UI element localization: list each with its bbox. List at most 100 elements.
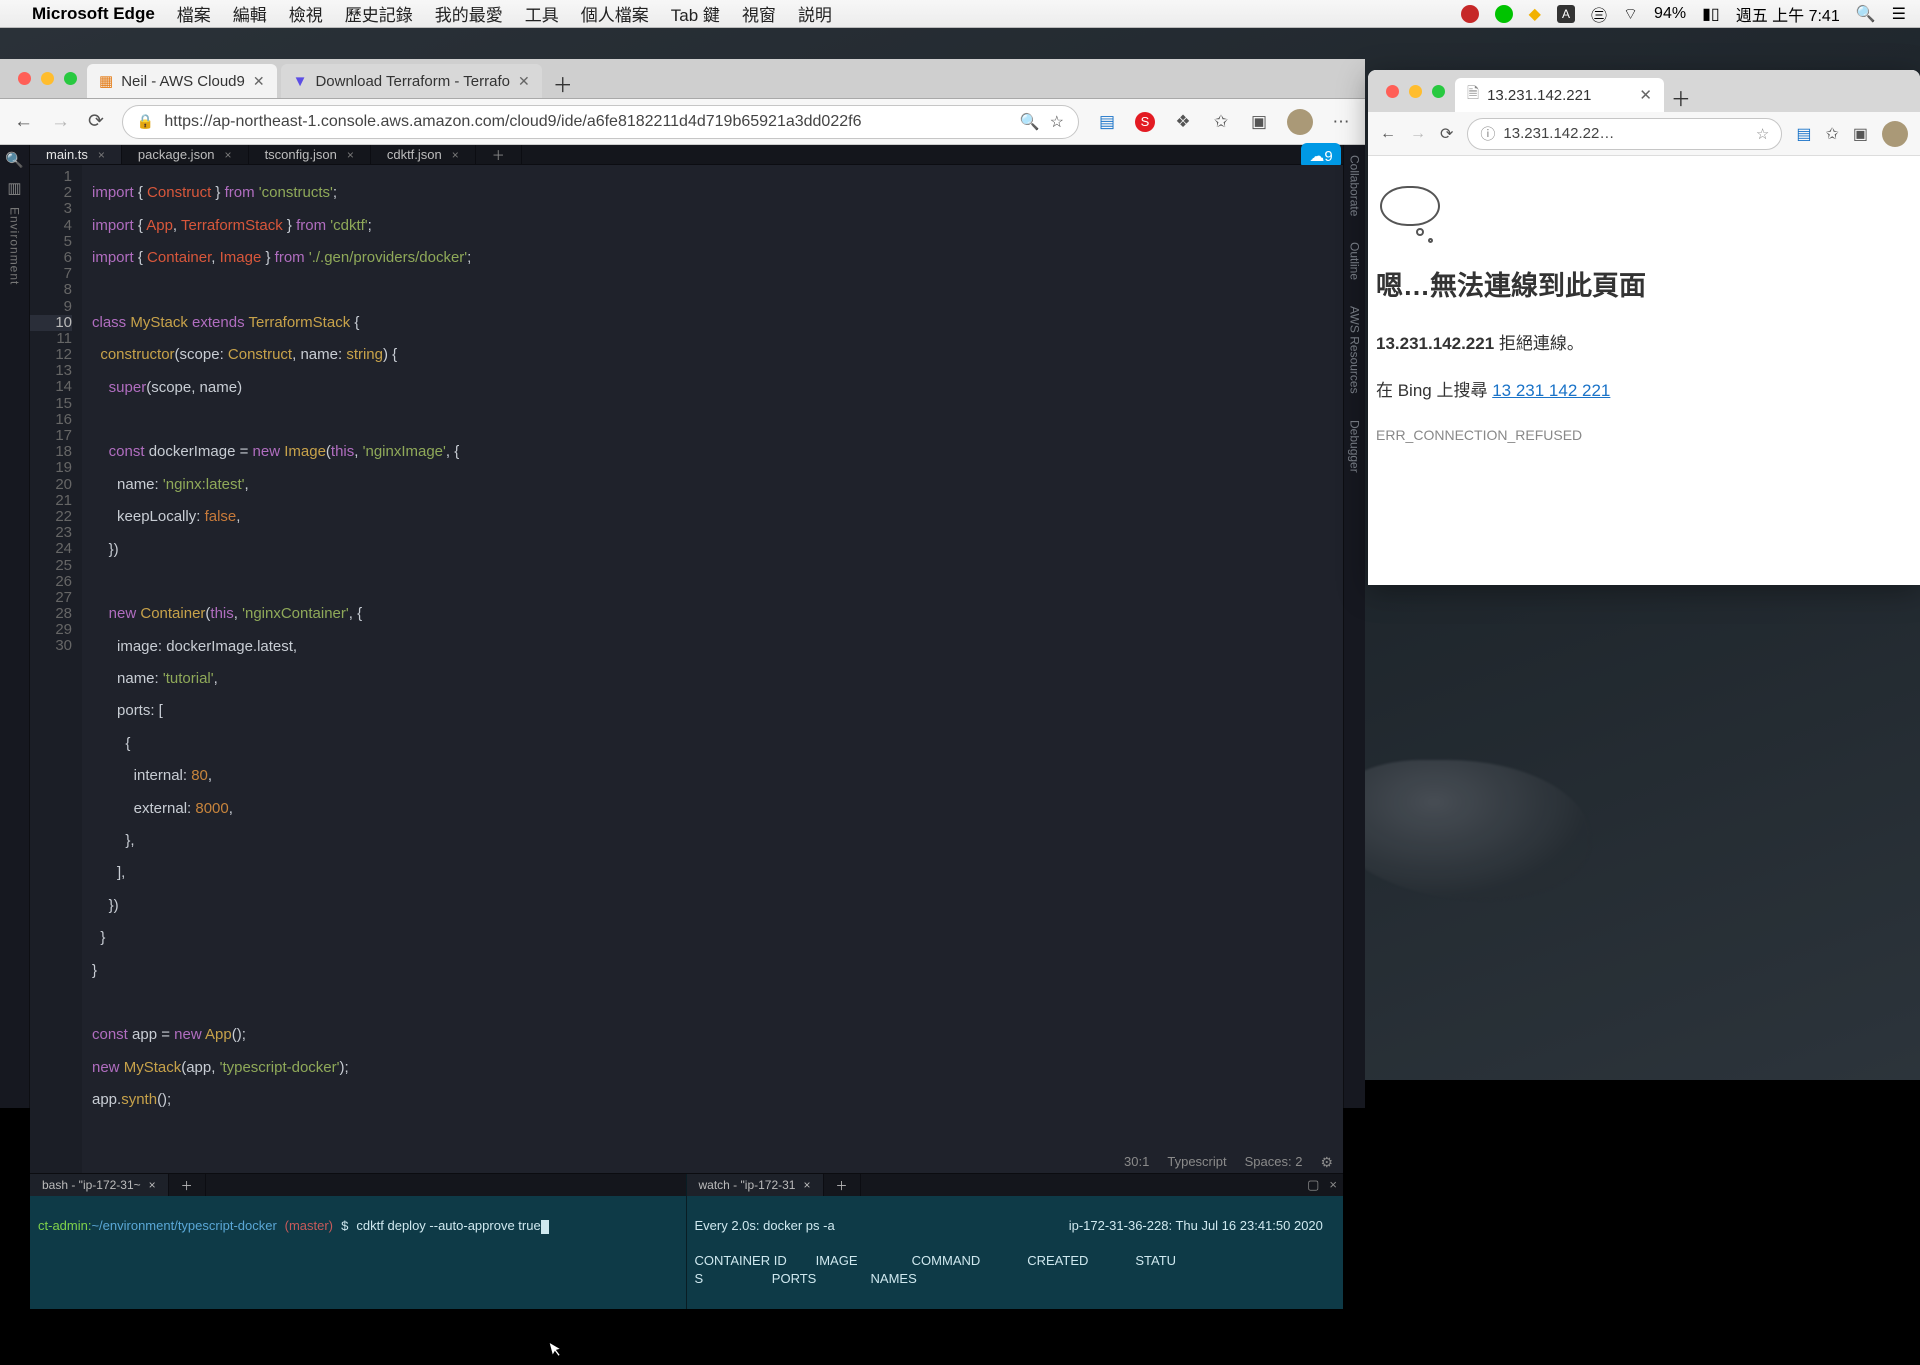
favorites-icon[interactable]: ✩ <box>1211 112 1231 132</box>
file-tab-label: main.ts <box>46 147 88 162</box>
address-bar[interactable]: ⓘ 13.231.142.22… ☆ <box>1467 118 1782 150</box>
menubar-item[interactable]: 歷史記錄 <box>345 1 413 26</box>
gear-icon[interactable]: ⚙ <box>1320 1154 1333 1170</box>
refresh-button-icon[interactable]: ⟳ <box>1440 124 1453 144</box>
edge-window-cloud9: ▦ Neil - AWS Cloud9 ✕ ▼ Download Terrafo… <box>0 59 1365 1108</box>
translate-icon[interactable]: ▤ <box>1796 124 1811 144</box>
maximize-panel-icon[interactable]: ▢ <box>1307 1177 1319 1193</box>
close-window-icon[interactable] <box>1386 85 1399 98</box>
collections-icon[interactable]: ▣ <box>1249 112 1269 132</box>
menubar-item[interactable]: Tab 鍵 <box>671 1 720 26</box>
zoom-icon[interactable]: 🔍 <box>1020 112 1040 132</box>
new-tab-button[interactable]: ＋ <box>1664 83 1698 112</box>
shield-icon[interactable]: ◆ <box>1529 4 1541 24</box>
terminal-tab-watch[interactable]: watch - "ip-172-31 × <box>687 1174 824 1196</box>
zoom-window-icon[interactable] <box>1432 85 1445 98</box>
control-center-icon[interactable]: ☰ <box>1892 4 1906 24</box>
browser-tab-cloud9[interactable]: ▦ Neil - AWS Cloud9 ✕ <box>87 64 277 98</box>
outline-panel-label[interactable]: Outline <box>1348 242 1362 280</box>
close-file-icon[interactable]: × <box>452 148 459 162</box>
profile-avatar-icon[interactable] <box>1882 121 1908 147</box>
error-detail-line: 13.231.142.221 拒絕連線。 <box>1376 329 1912 354</box>
menubar-item[interactable]: 檢視 <box>289 1 323 26</box>
panel-toggle-icon[interactable]: ▥ <box>7 179 21 197</box>
terminal-tab-bash[interactable]: bash - "ip-172-31~ × <box>30 1174 169 1196</box>
file-tab-cdktf-json[interactable]: cdktf.json × <box>371 145 476 164</box>
menubar-item[interactable]: 編輯 <box>233 1 267 26</box>
browser-tab-ip[interactable]: 🗎 13.231.142.221 ✕ <box>1455 78 1664 112</box>
skype-extension-icon[interactable]: S <box>1135 112 1155 132</box>
menubar-item[interactable]: 工具 <box>525 1 559 26</box>
close-file-icon[interactable]: × <box>225 148 232 162</box>
back-button-icon[interactable]: ← <box>14 111 33 133</box>
close-tab-icon[interactable]: ✕ <box>253 73 265 90</box>
favorites-icon[interactable]: ✩ <box>1825 124 1838 144</box>
new-tab-button[interactable]: ＋ <box>546 69 580 98</box>
file-tab-label: cdktf.json <box>387 147 442 162</box>
line-app-icon[interactable] <box>1495 5 1513 23</box>
cloud9-main: main.ts × package.json× tsconfig.json × cd… <box>30 145 1343 1108</box>
refresh-button-icon[interactable]: ⟳ <box>88 110 104 133</box>
file-tab-tsconfig-json[interactable]: tsconfig.json × <box>249 145 371 164</box>
terminal-body-right[interactable]: Every 2.0s: docker ps -a ip-172-31-36-22… <box>687 1196 1344 1309</box>
browser-tab-title: 13.231.142.221 <box>1487 87 1591 104</box>
menubar-item[interactable]: 我的最愛 <box>435 1 503 26</box>
indent-mode[interactable]: Spaces: 2 <box>1245 1154 1303 1170</box>
minimize-window-icon[interactable] <box>41 72 54 85</box>
close-panel-icon[interactable]: × <box>1329 1177 1337 1193</box>
translate-icon[interactable]: ▤ <box>1097 112 1117 132</box>
language-mode[interactable]: Typescript <box>1167 1154 1226 1170</box>
profile-avatar-icon[interactable] <box>1287 109 1313 135</box>
terminal-body-left[interactable]: ct-admin:~/environment/typescript-docker… <box>30 1196 686 1309</box>
bing-search-link[interactable]: 13 231 142 221 <box>1492 381 1610 400</box>
menubar-app-name[interactable]: Microsoft Edge <box>32 4 155 24</box>
record-status-icon[interactable] <box>1461 5 1479 23</box>
collaborate-panel-label[interactable]: Collaborate <box>1348 155 1362 216</box>
terminal-right: watch - "ip-172-31 × ＋ ▢ × Every 2.0s: d… <box>687 1174 1344 1309</box>
code-editor[interactable]: 1234567891011121314151617181920212223242… <box>30 165 1343 1173</box>
menubar-item[interactable]: 説明 <box>798 1 832 26</box>
more-menu-icon[interactable]: ⋯ <box>1331 112 1351 132</box>
file-tab-label: tsconfig.json <box>265 147 337 162</box>
input-source-icon[interactable]: ㊂ <box>1591 2 1607 26</box>
search-icon[interactable]: 🔍 <box>5 151 24 169</box>
favorite-star-icon[interactable]: ☆ <box>1050 112 1064 132</box>
close-tab-icon[interactable]: ✕ <box>518 73 530 90</box>
new-terminal-button[interactable]: ＋ <box>824 1174 861 1196</box>
close-file-icon[interactable]: × <box>347 148 354 162</box>
battery-icon[interactable]: ▮▯ <box>1702 4 1720 24</box>
forward-button-icon[interactable]: → <box>51 111 70 133</box>
menubar-item[interactable]: 檔案 <box>177 1 211 26</box>
minimize-window-icon[interactable] <box>1409 85 1422 98</box>
file-tab-main-ts[interactable]: main.ts × <box>30 145 122 164</box>
error-title: 嗯…無法連線到此頁面 <box>1376 264 1912 303</box>
collections-icon[interactable]: ▣ <box>1853 124 1868 144</box>
file-tab-package-json[interactable]: package.json× <box>122 145 249 164</box>
favorite-star-icon[interactable]: ☆ <box>1756 125 1769 143</box>
back-button-icon[interactable]: ← <box>1380 125 1396 143</box>
close-tab-icon[interactable]: ✕ <box>1639 86 1652 104</box>
close-terminal-icon[interactable]: × <box>803 1178 810 1192</box>
forward-button-icon[interactable]: → <box>1410 125 1426 143</box>
zoom-window-icon[interactable] <box>64 72 77 85</box>
close-terminal-icon[interactable]: × <box>149 1178 156 1192</box>
spotlight-icon[interactable]: 🔍 <box>1856 4 1876 24</box>
menubar-item[interactable]: 個人檔案 <box>581 1 649 26</box>
close-window-icon[interactable] <box>18 72 31 85</box>
browser-tab-terraform[interactable]: ▼ Download Terraform - Terrafo ✕ <box>281 64 542 98</box>
menubar-clock[interactable]: 週五 上午 7:41 <box>1736 2 1840 26</box>
wallpaper-rock <box>1330 760 1590 900</box>
environment-panel-label[interactable]: Environment <box>8 207 22 285</box>
debugger-panel-label[interactable]: Debugger <box>1348 420 1362 473</box>
extension-icon[interactable]: ❖ <box>1173 112 1193 132</box>
wifi-icon[interactable]: ⌔ <box>1623 4 1638 24</box>
address-bar[interactable]: 🔒 https://ap-northeast-1.console.aws.ama… <box>122 105 1079 139</box>
new-terminal-button[interactable]: ＋ <box>169 1174 206 1196</box>
app-a-icon[interactable]: A <box>1557 5 1575 23</box>
close-file-icon[interactable]: × <box>98 148 105 162</box>
menubar-item[interactable]: 視窗 <box>742 1 776 26</box>
menubar-status-area: ◆ A ㊂ ⌔ 94% ▮▯ 週五 上午 7:41 🔍 ☰ <box>1461 2 1906 26</box>
new-file-tab-button[interactable]: ＋ <box>476 145 522 164</box>
code-content[interactable]: import { Construct } from 'constructs'; … <box>82 165 1343 1173</box>
aws-resources-panel-label[interactable]: AWS Resources <box>1348 306 1362 394</box>
